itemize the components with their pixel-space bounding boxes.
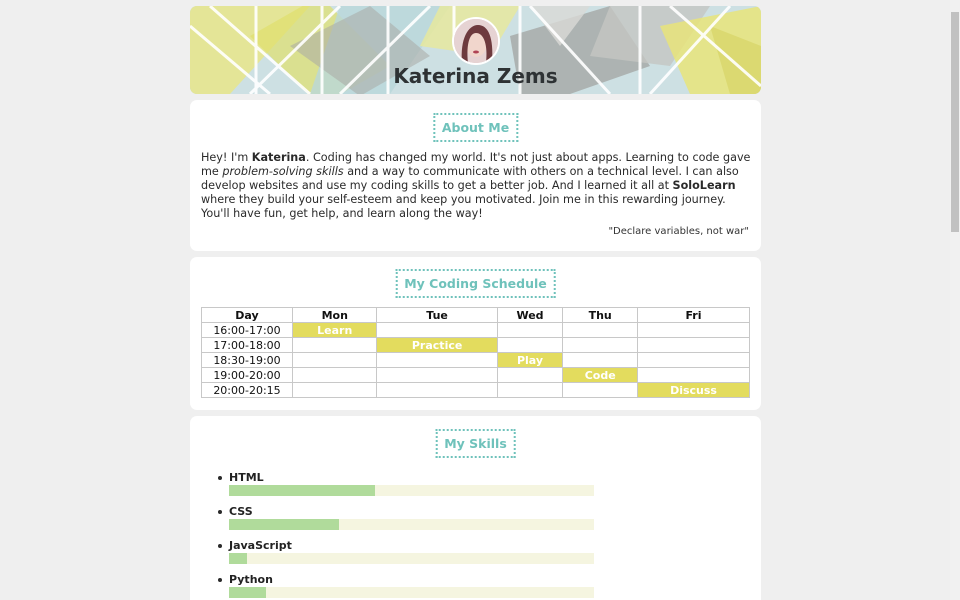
schedule-cell xyxy=(562,352,639,368)
skill-name: JavaScript xyxy=(229,539,292,552)
bullet-icon xyxy=(218,510,222,514)
schedule-time: 20:00-20:15 xyxy=(201,382,293,398)
schedule-cell xyxy=(637,337,750,353)
schedule-cell xyxy=(562,382,639,398)
bullet-icon xyxy=(218,476,222,480)
about-text-part: Hey! I'm xyxy=(201,151,252,164)
schedule-time: 16:00-17:00 xyxy=(201,322,293,338)
skill-bar-fill xyxy=(229,553,248,564)
skill-bar-fill xyxy=(229,519,339,530)
schedule-row: 17:00-18:00 Practice xyxy=(201,337,750,353)
profile-photo-icon xyxy=(454,19,498,63)
schedule-header-mon: Mon xyxy=(291,307,378,323)
profile-name: Katerina Zems xyxy=(393,64,558,88)
about-text: Hey! I'm Katerina. Coding has changed my… xyxy=(201,151,751,221)
skills-card: My Skills HTML CSS JavaScript Python xyxy=(190,416,761,600)
schedule-cell xyxy=(376,367,498,383)
schedule-time: 19:00-20:00 xyxy=(201,367,293,383)
skill-bar-track xyxy=(229,519,594,530)
about-italic: problem-solving skills xyxy=(222,165,344,178)
schedule-cell xyxy=(496,337,564,353)
schedule-cell xyxy=(496,382,564,398)
about-brand: SoloLearn xyxy=(672,179,736,192)
about-text-part: where they build your self-esteem and ke… xyxy=(201,193,726,220)
bullet-icon xyxy=(218,544,222,548)
schedule-cell xyxy=(376,382,498,398)
schedule-row: 19:00-20:00 Code xyxy=(201,367,750,383)
about-card: About Me Hey! I'm Katerina. Coding has c… xyxy=(190,100,761,251)
schedule-card: My Coding Schedule Day Mon Tue Wed Thu F… xyxy=(190,257,761,410)
skill-bar-track xyxy=(229,587,594,598)
skills-list: HTML CSS JavaScript Python xyxy=(218,471,598,600)
about-title: About Me xyxy=(432,113,519,142)
schedule-row: 16:00-17:00 Learn xyxy=(201,322,750,338)
schedule-time: 18:30-19:00 xyxy=(201,352,293,368)
schedule-row: 18:30-19:00 Play xyxy=(201,352,750,368)
schedule-cell xyxy=(562,322,639,338)
skills-title: My Skills xyxy=(435,429,516,458)
schedule-activity: Discuss xyxy=(637,382,750,398)
schedule-cell xyxy=(496,322,564,338)
schedule-time: 17:00-18:00 xyxy=(201,337,293,353)
schedule-cell xyxy=(637,367,750,383)
schedule-activity: Play xyxy=(496,352,564,368)
schedule-cell xyxy=(291,352,378,368)
skill-bar-track xyxy=(229,485,594,496)
schedule-title: My Coding Schedule xyxy=(395,269,556,298)
schedule-cell xyxy=(376,322,498,338)
schedule-header-fri: Fri xyxy=(637,307,750,323)
bullet-icon xyxy=(218,578,222,582)
skill-bar-fill xyxy=(229,587,266,598)
schedule-header-row: Day Mon Tue Wed Thu Fri xyxy=(201,307,750,323)
schedule-activity: Code xyxy=(562,367,639,383)
schedule-table: Day Mon Tue Wed Thu Fri 16:00-17:00 Learn… xyxy=(201,307,750,398)
schedule-header-wed: Wed xyxy=(496,307,564,323)
schedule-header-thu: Thu xyxy=(562,307,639,323)
scrollbar-thumb[interactable] xyxy=(951,12,959,232)
skill-name: Python xyxy=(229,573,273,586)
skill-item: HTML xyxy=(218,471,598,505)
avatar xyxy=(452,17,500,65)
schedule-cell xyxy=(291,382,378,398)
about-quote: "Declare variables, not war" xyxy=(608,226,749,237)
schedule-activity: Practice xyxy=(376,337,498,353)
skill-item: CSS xyxy=(218,505,598,539)
schedule-activity: Learn xyxy=(291,322,378,338)
skill-name: HTML xyxy=(229,471,264,484)
schedule-header-day: Day xyxy=(201,307,293,323)
skill-item: JavaScript xyxy=(218,539,598,573)
schedule-cell xyxy=(291,337,378,353)
page-scrollbar[interactable] xyxy=(950,0,960,600)
skill-name: CSS xyxy=(229,505,253,518)
schedule-cell xyxy=(637,352,750,368)
profile-page: Katerina Zems About Me Hey! I'm Katerina… xyxy=(190,6,761,600)
schedule-cell xyxy=(562,337,639,353)
skill-item: Python xyxy=(218,573,598,600)
skill-bar-fill xyxy=(229,485,375,496)
schedule-cell xyxy=(376,352,498,368)
schedule-body: 16:00-17:00 Learn 17:00-18:00 Practice 18:30… xyxy=(201,322,750,398)
profile-header: Katerina Zems xyxy=(190,6,761,94)
schedule-row: 20:00-20:15 Discuss xyxy=(201,382,750,398)
schedule-cell xyxy=(496,367,564,383)
schedule-header-tue: Tue xyxy=(376,307,498,323)
schedule-cell xyxy=(637,322,750,338)
about-name: Katerina xyxy=(251,151,306,164)
skill-bar-track xyxy=(229,553,594,564)
schedule-cell xyxy=(291,367,378,383)
